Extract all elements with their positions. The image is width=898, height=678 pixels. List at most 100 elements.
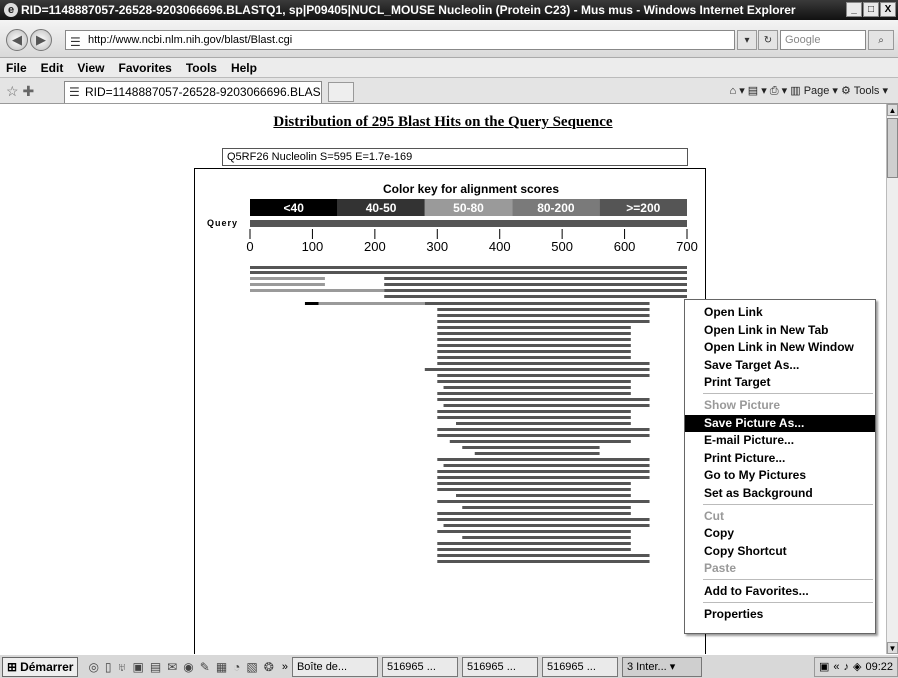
hit-bar xyxy=(437,470,650,473)
color-key-label: 40-50 xyxy=(366,201,397,215)
context-menu-item[interactable]: Copy xyxy=(685,525,875,542)
context-menu-separator xyxy=(703,393,873,394)
address-field[interactable]: ☰ http://www.ncbi.nlm.nih.gov/blast/Blas… xyxy=(65,30,735,50)
blast-hits-chart[interactable]: Color key for alignment scores <40 40-50 50… xyxy=(195,169,707,654)
menu-favorites[interactable]: Favorites xyxy=(118,61,171,75)
search-input[interactable]: Google xyxy=(780,30,866,50)
new-tab-button[interactable] xyxy=(328,82,354,102)
taskbar: ⊞ Démarrer ◎ ▯ ♅ ▣ ▤ ✉ ◉ ✎ ▦ ◔ ▧ ❂ » Boî… xyxy=(0,654,898,678)
quicklaunch-globe-icon[interactable]: ❂ xyxy=(264,660,274,674)
context-menu-item[interactable]: Open Link in New Tab xyxy=(685,322,875,339)
hit-bar xyxy=(437,362,650,365)
start-button[interactable]: ⊞ Démarrer xyxy=(2,656,79,677)
blast-chart-frame[interactable]: Color key for alignment scores <40 40-50 50… xyxy=(194,168,706,654)
tab-label: RID=1148887057-26528-9203066696.BLAS... xyxy=(85,85,322,99)
hit-bar xyxy=(474,452,600,455)
hit-bar xyxy=(456,494,631,497)
hit-bar xyxy=(437,326,631,329)
hit-bar xyxy=(449,440,631,443)
command-bar[interactable]: ⌂ ▾ ▤ ▾ ⎙ ▾ ▥ Page ▾ ⚙ Tools ▾ xyxy=(730,84,889,98)
taskbar-item-doc-2[interactable]: 516965 ... xyxy=(541,656,618,677)
minimize-button[interactable]: _ xyxy=(846,2,862,17)
hit-bar xyxy=(437,458,650,461)
address-url: http://www.ncbi.nlm.nih.gov/blast/Blast.… xyxy=(88,34,293,46)
start-label: Démarrer xyxy=(20,659,74,674)
axis-tick-label: 0 xyxy=(246,239,253,254)
hit-bar xyxy=(437,338,631,341)
color-key-label: 50-80 xyxy=(453,201,484,215)
context-menu-item[interactable]: Save Target As... xyxy=(685,357,875,374)
quicklaunch-app-icon[interactable]: ♅ xyxy=(118,660,127,674)
color-key-label: 80-200 xyxy=(537,201,575,215)
context-menu-separator xyxy=(703,601,873,603)
menu-help[interactable]: Help xyxy=(231,61,257,75)
quicklaunch-excel-icon[interactable]: ▤ xyxy=(150,660,161,674)
quicklaunch-media-icon[interactable]: ◉ xyxy=(183,660,193,674)
hit-bar xyxy=(443,386,631,389)
refresh-icon[interactable]: ↻ xyxy=(758,30,778,50)
context-menu-item[interactable]: Save Picture As... xyxy=(685,414,875,432)
context-menu-item[interactable]: E-mail Picture... xyxy=(685,432,875,449)
context-menu-item: Show Picture xyxy=(704,398,781,412)
quicklaunch-word-icon[interactable]: ▣ xyxy=(133,660,144,674)
scroll-up-icon[interactable]: ▲ xyxy=(887,104,898,116)
taskbar-item-ie-group[interactable]: 3 Inter... ▾ xyxy=(621,656,702,677)
scroll-thumb[interactable] xyxy=(887,118,898,178)
context-menu-item[interactable]: Set as Background xyxy=(685,485,875,502)
hit-info-field[interactable]: Q5RF26 Nucleolin S=595 E=1.7e-169 xyxy=(222,148,688,166)
context-menu-item[interactable]: Add to Favorites... xyxy=(685,583,875,600)
tray-expand[interactable]: « xyxy=(833,661,839,673)
axis-tick-label: 200 xyxy=(364,239,386,254)
hit-bar xyxy=(437,392,631,395)
tray-volume-icon[interactable]: ♪ xyxy=(844,661,850,673)
quicklaunch-ie-icon[interactable]: ◎ xyxy=(88,660,98,674)
tray-network-icon[interactable]: ◈ xyxy=(853,660,861,673)
hit-bar xyxy=(437,314,650,317)
hit-bar xyxy=(424,368,650,371)
forward-button[interactable]: ▶ xyxy=(30,29,52,51)
hit-bar xyxy=(437,308,650,311)
maximize-button[interactable]: □ xyxy=(863,2,879,17)
quicklaunch-chart-icon[interactable]: ◔ xyxy=(233,660,240,674)
scroll-down-icon[interactable]: ▼ xyxy=(887,642,898,654)
search-go-icon[interactable]: ⌕ xyxy=(868,30,894,50)
hit-bar xyxy=(437,410,631,413)
hit-bar xyxy=(437,356,631,359)
query-label: Query xyxy=(207,218,238,228)
quicklaunch-outlook-icon[interactable]: ✉ xyxy=(167,660,177,674)
address-dropdown-icon[interactable]: ▾ xyxy=(737,30,757,50)
menu-edit[interactable]: Edit xyxy=(41,61,64,75)
context-menu-item[interactable]: Go to My Pictures xyxy=(685,467,875,484)
menu-view[interactable]: View xyxy=(77,61,104,75)
context-menu-item[interactable]: Open Link xyxy=(685,304,875,321)
hit-bar xyxy=(437,542,631,545)
context-menu-item: Paste xyxy=(704,561,737,576)
tray-app-icon[interactable]: ▣ xyxy=(819,660,829,673)
context-menu-item[interactable]: Print Target xyxy=(685,374,875,391)
vertical-scrollbar[interactable]: ▲ ▼ xyxy=(886,104,898,654)
context-menu-item[interactable]: Copy Shortcut xyxy=(685,543,875,560)
hit-bar xyxy=(384,289,687,292)
quicklaunch-box-icon[interactable]: ▧ xyxy=(246,660,257,674)
quicklaunch-doc-icon[interactable]: ▯ xyxy=(105,660,112,674)
page-icon: ☰ xyxy=(70,35,81,49)
hit-bar xyxy=(250,266,687,269)
context-menu-item[interactable]: Properties xyxy=(685,606,875,623)
taskbar-overflow[interactable]: » xyxy=(282,661,288,673)
taskbar-item-folder[interactable]: 516965 ... xyxy=(381,656,458,677)
menu-tools[interactable]: Tools xyxy=(186,61,217,75)
address-toolbar: ◀ ▶ ☰ http://www.ncbi.nlm.nih.gov/blast/… xyxy=(0,20,898,58)
menu-file[interactable]: File xyxy=(6,61,27,75)
context-menu-item[interactable]: Open Link in New Window xyxy=(685,339,875,356)
back-button[interactable]: ◀ xyxy=(6,29,28,51)
taskbar-item-doc-1[interactable]: 516965 ... xyxy=(461,656,538,677)
hit-bar xyxy=(443,524,650,527)
context-menu-item[interactable]: Print Picture... xyxy=(685,450,875,467)
quicklaunch-calc-icon[interactable]: ▦ xyxy=(216,660,227,674)
quicklaunch-tool-icon[interactable]: ✎ xyxy=(200,660,210,674)
favorites-star-icon[interactable]: ☆ ✚ xyxy=(6,83,34,100)
close-button[interactable]: X xyxy=(880,2,896,17)
tab-current[interactable]: ☰ RID=1148887057-26528-9203066696.BLAS..… xyxy=(64,81,322,103)
hit-bar xyxy=(437,344,631,347)
taskbar-item-inbox[interactable]: Boîte de... xyxy=(291,656,378,677)
